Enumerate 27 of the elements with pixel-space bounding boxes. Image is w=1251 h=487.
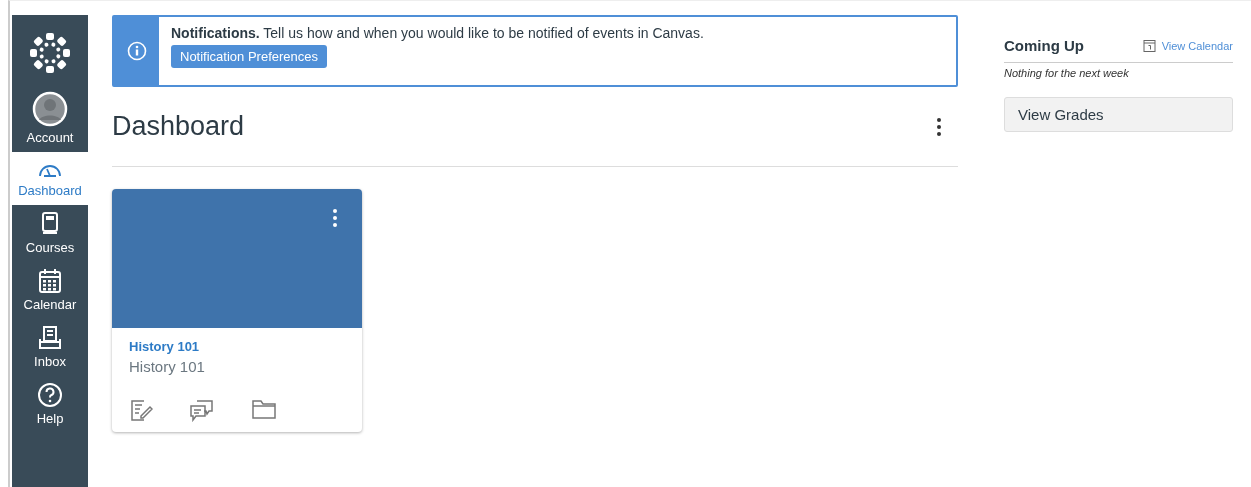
page-title: Dashboard	[112, 111, 245, 142]
empty-message: Nothing for the next week	[1004, 67, 1130, 79]
discussion-icon[interactable]	[189, 398, 215, 422]
assignment-icon[interactable]	[129, 398, 153, 422]
calendar-icon	[38, 268, 62, 294]
notification-title: Notifications.	[171, 25, 260, 41]
course-code: History 101	[129, 358, 205, 375]
inbox-icon	[37, 325, 63, 351]
nav-item[interactable]: Help	[12, 376, 88, 433]
info-icon	[126, 41, 147, 61]
more-options-icon[interactable]	[936, 116, 942, 137]
nav-item[interactable]: Inbox	[12, 319, 88, 376]
logo-icon[interactable]	[28, 31, 72, 75]
nav-item[interactable]: Dashboard	[12, 152, 88, 205]
folder-icon[interactable]	[251, 398, 277, 420]
coming-up-heading: Coming Up	[1004, 37, 1084, 54]
nav-item[interactable]: Account	[12, 91, 88, 152]
nav-item[interactable]: Courses	[12, 205, 88, 262]
nav-item[interactable]: Calendar	[12, 262, 88, 319]
view-calendar-link[interactable]: View Calendar	[1142, 39, 1233, 52]
course-link[interactable]: History 101	[129, 339, 200, 354]
view-grades-button[interactable]: View Grades	[1004, 97, 1233, 132]
avatar-icon	[32, 91, 68, 127]
calendar-icon	[1142, 39, 1156, 52]
book-icon	[39, 211, 61, 237]
help-icon	[37, 382, 63, 408]
notification-message: Tell us how and when you would like to be notified of events in Canvas.	[263, 25, 704, 41]
